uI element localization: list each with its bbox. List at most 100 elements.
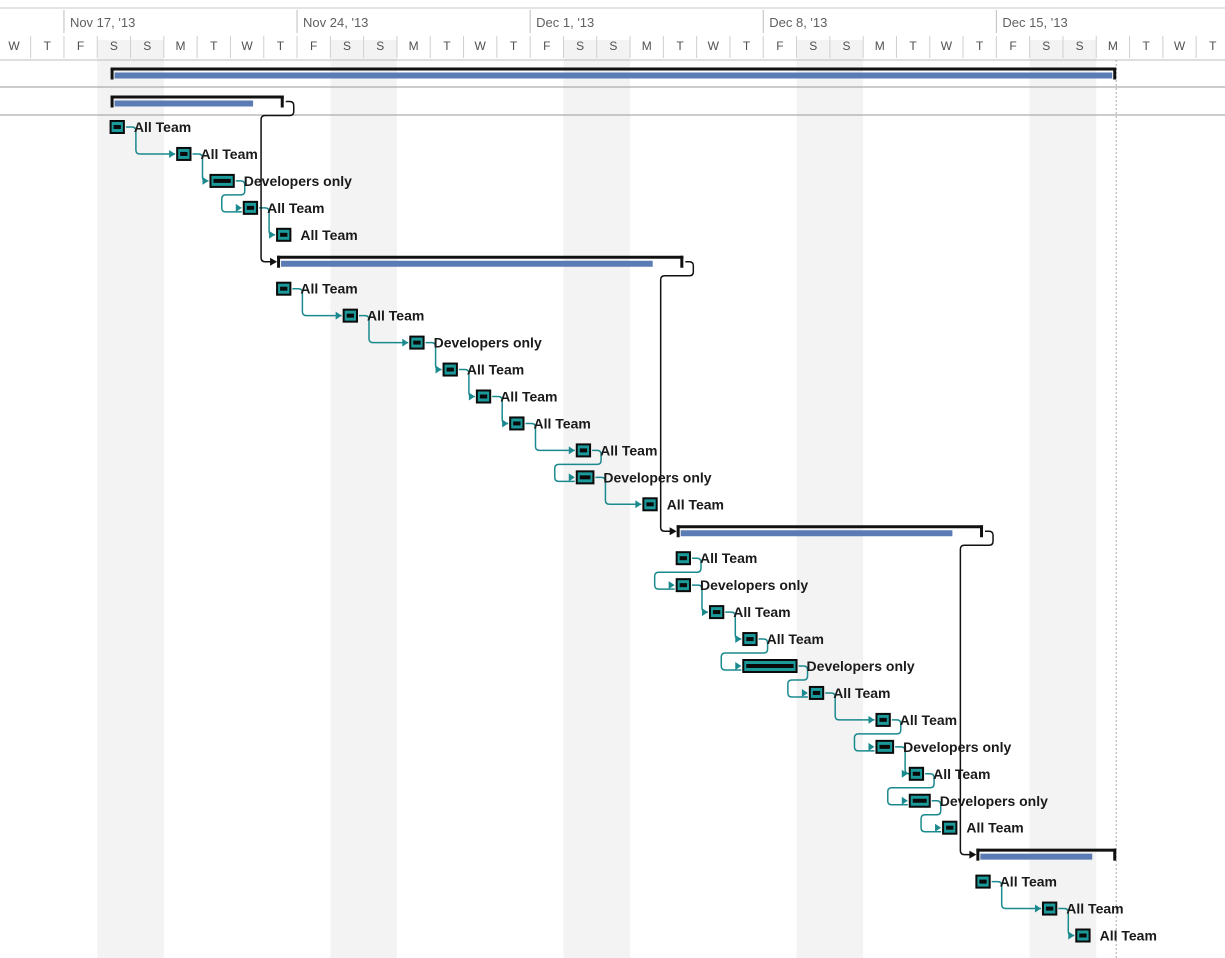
task-bar-progress <box>746 637 754 642</box>
day-label: M <box>875 39 885 53</box>
day-label: S <box>609 39 617 53</box>
week-label: Dec 1, '13 <box>536 15 594 30</box>
task-bar-progress <box>1045 906 1054 911</box>
dependency-arrowhead <box>901 796 908 805</box>
project-summary-bracket <box>110 67 1117 71</box>
task-label: All Team <box>933 766 990 782</box>
day-label: M <box>409 39 419 53</box>
weekend-column <box>596 40 631 958</box>
task-label: All Team <box>667 496 724 512</box>
day-label: S <box>343 39 351 53</box>
phase-link-arrowhead <box>270 257 278 266</box>
task-label: Developers only <box>940 793 1048 809</box>
day-label: T <box>44 39 52 53</box>
week-label: Dec 15, '13 <box>1002 15 1067 30</box>
task-label: All Team <box>1100 928 1157 944</box>
dependency-arrowhead <box>202 176 209 185</box>
task-bar-progress <box>646 502 654 507</box>
week-label: Nov 24, '13 <box>303 15 368 30</box>
phase-summary-bracket <box>277 255 684 259</box>
dependency-arrowhead <box>235 203 242 212</box>
task-label: All Team <box>467 362 524 378</box>
task-bar-progress <box>746 664 794 668</box>
weekend-column <box>1062 40 1097 958</box>
phase-summary-bracket-right <box>980 525 984 538</box>
day-label: F <box>776 39 783 53</box>
weekend-column <box>796 40 830 958</box>
weekend-column <box>1029 40 1063 958</box>
day-label: W <box>1174 39 1186 53</box>
project-summary-bracket-left <box>110 67 114 80</box>
week-label: Dec 8, '13 <box>769 15 827 30</box>
task-label: Developers only <box>244 173 352 189</box>
phase-summary-bracket-left <box>110 95 114 108</box>
task-label: All Team <box>1066 901 1123 917</box>
day-label: S <box>1076 39 1084 53</box>
task-bar-progress <box>879 717 887 722</box>
dependency-arrowhead <box>269 230 276 239</box>
day-label: M <box>1108 39 1118 53</box>
task-label: All Team <box>700 550 757 566</box>
day-label: T <box>1143 39 1151 53</box>
phase-summary-progress <box>680 530 953 537</box>
day-label: S <box>376 39 384 53</box>
task-label: All Team <box>300 281 357 297</box>
phase-summary-progress <box>980 853 1093 860</box>
dependency-arrowhead <box>735 662 742 670</box>
day-label: S <box>842 39 850 53</box>
task-bar-progress <box>812 690 821 695</box>
task-label: All Team <box>767 631 824 647</box>
dependency-arrowhead <box>169 149 176 158</box>
phase-summary-progress <box>114 100 254 107</box>
task-bar-progress <box>113 125 121 129</box>
day-label: T <box>443 39 451 53</box>
day-label: F <box>310 39 317 53</box>
dependency-arrowhead <box>402 338 409 347</box>
weekend-column <box>97 40 131 958</box>
day-label: S <box>110 39 118 53</box>
day-label: T <box>909 39 917 53</box>
phase-summary-bracket-left <box>277 255 281 268</box>
task-label: All Team <box>1000 874 1057 890</box>
day-label: M <box>176 39 186 53</box>
task-bar-progress <box>513 421 521 426</box>
task-bar-progress <box>413 340 421 345</box>
task-bar-progress <box>280 232 288 237</box>
project-summary-progress <box>114 72 1113 79</box>
weekend-column <box>829 40 864 958</box>
task-label: Developers only <box>700 577 808 593</box>
day-label: W <box>8 39 20 53</box>
day-label: F <box>543 39 550 53</box>
phase-summary-bracket <box>110 95 284 99</box>
dependency-arrowhead <box>701 608 708 617</box>
task-label: All Team <box>900 712 957 728</box>
dependency-arrowhead <box>502 419 509 428</box>
task-label: All Team <box>500 389 557 405</box>
task-bar-progress <box>246 205 255 210</box>
project-summary-bracket-right <box>1113 67 1117 80</box>
day-label: W <box>241 39 253 53</box>
dependency-arrowhead <box>735 635 742 644</box>
weekend-column <box>563 40 597 958</box>
week-label: Nov 17, '13 <box>70 15 135 30</box>
day-label: M <box>642 39 652 53</box>
task-bar-progress <box>280 286 288 291</box>
task-bar-progress <box>912 771 921 776</box>
task-bar-progress <box>679 583 687 588</box>
task-bar-progress <box>712 610 721 615</box>
weekend-column <box>363 40 397 958</box>
phase-link-arrowhead <box>969 850 977 859</box>
day-label: T <box>210 39 218 53</box>
task-label: All Team <box>300 227 357 243</box>
task-label: Developers only <box>603 469 711 485</box>
task-label: Developers only <box>903 739 1011 755</box>
phase-summary-bracket-left <box>976 848 980 861</box>
task-label: All Team <box>600 442 657 458</box>
dependency-arrowhead <box>935 823 942 832</box>
day-label: F <box>1009 39 1016 53</box>
day-label: S <box>1042 39 1050 53</box>
task-label: All Team <box>833 685 890 701</box>
dependency-arrowhead <box>468 392 475 401</box>
task-bar-progress <box>679 556 687 561</box>
task-bar-progress <box>213 178 231 183</box>
